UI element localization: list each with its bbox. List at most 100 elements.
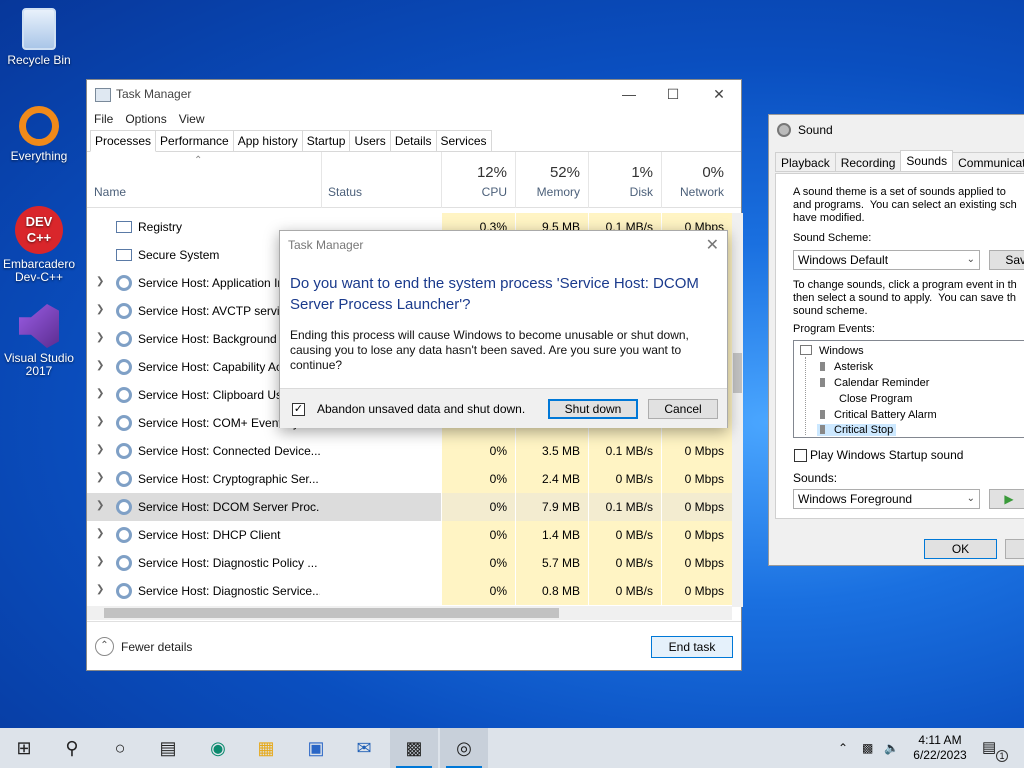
column-memory[interactable]: 52% Memory <box>515 152 588 208</box>
fewer-details-toggle[interactable]: ⌃ Fewer details <box>95 637 192 656</box>
maximize-button[interactable]: ☐ <box>663 84 683 104</box>
disk-cell: 0 MB/s <box>588 521 661 549</box>
table-row[interactable]: ❯ Service Host: Diagnostic Policy ... 0%… <box>87 549 732 577</box>
notification-center-icon[interactable]: ▤ <box>982 728 996 768</box>
startup-sound-checkbox[interactable] <box>794 449 807 462</box>
end-task-button[interactable]: End task <box>651 636 733 658</box>
menu-options[interactable]: Options <box>125 112 166 126</box>
shut-down-button[interactable]: Shut down <box>548 399 638 419</box>
chevron-right-icon[interactable]: ❯ <box>96 360 104 371</box>
chevron-right-icon[interactable]: ❯ <box>96 276 104 287</box>
abandon-data-checkbox[interactable]: ✓ <box>292 403 305 416</box>
table-row[interactable]: ❯ Service Host: Connected Device... 0% 3… <box>87 437 732 465</box>
clock[interactable]: 4:11 AM 6/22/2023 <box>910 733 970 763</box>
chevron-right-icon[interactable]: ❯ <box>96 444 104 455</box>
clock-time: 4:11 AM <box>918 733 962 747</box>
tree-node-close-program[interactable]: Close Program <box>839 393 912 405</box>
devcpp-icon: DEV C++ <box>15 206 63 254</box>
tree-node-asterisk[interactable]: Asterisk <box>820 361 873 373</box>
tab-details[interactable]: Details <box>389 130 437 151</box>
column-disk[interactable]: 1% Disk <box>588 152 661 208</box>
desktop-icon-visual-studio[interactable]: Visual Studio 2017 <box>2 304 76 378</box>
chevron-right-icon[interactable]: ❯ <box>96 528 104 539</box>
chevron-right-icon[interactable]: ❯ <box>96 332 104 343</box>
column-network[interactable]: 0% Network <box>661 152 732 208</box>
sound-taskbar-icon[interactable]: ◎ <box>440 728 488 768</box>
table-row[interactable]: ❯ Service Host: DHCP Client 0% 1.4 MB 0 … <box>87 521 732 549</box>
mail-icon[interactable]: ✉ <box>340 728 388 768</box>
chevron-right-icon[interactable]: ❯ <box>96 500 104 511</box>
table-row[interactable]: ❯ Service Host: Diagnostic Service... 0%… <box>87 577 732 605</box>
sound-file-select[interactable]: Windows Foreground ⌄ <box>793 489 980 509</box>
tab-users[interactable]: Users <box>349 130 391 151</box>
gear-icon <box>116 555 132 571</box>
close-icon[interactable]: ✕ <box>706 235 719 255</box>
column-status-area[interactable]: Status <box>321 152 441 208</box>
startup-sound-label[interactable]: Play Windows Startup sound <box>810 449 1024 462</box>
column-name[interactable]: Name <box>94 185 126 199</box>
column-cpu[interactable]: 12% CPU <box>441 152 515 208</box>
ok-button[interactable]: OK <box>924 539 997 559</box>
menu-view[interactable]: View <box>179 112 205 126</box>
window-icon <box>800 345 812 355</box>
desktop-icon-devcpp[interactable]: DEV C++ Embarcadero Dev-C++ <box>2 206 76 284</box>
store-icon[interactable]: ▣ <box>292 728 340 768</box>
checkbox-label[interactable]: Abandon unsaved data and shut down. <box>317 402 525 416</box>
tree-node-critical-stop[interactable]: Critical Stop <box>817 424 897 436</box>
play-button[interactable]: ▶ <box>989 489 1024 509</box>
search-icon[interactable]: ⚲ <box>48 728 96 768</box>
cancel-button[interactable]: Cancel <box>648 399 718 419</box>
cortana-icon[interactable]: ○ <box>96 728 144 768</box>
volume-muted-icon[interactable]: 🔈 <box>884 728 899 768</box>
chevron-right-icon[interactable]: ❯ <box>96 556 104 567</box>
gear-icon <box>116 387 132 403</box>
tree-connector <box>805 357 806 435</box>
table-row[interactable]: ❯ Service Host: Cryptographic Ser... 0% … <box>87 465 732 493</box>
network-icon[interactable]: ▩ <box>862 728 873 768</box>
edge-browser-icon[interactable]: ◉ <box>194 728 242 768</box>
tab-performance[interactable]: Performance <box>155 130 234 151</box>
tab-recording[interactable]: Recording <box>834 152 902 172</box>
title-bar[interactable]: Task Manager — ☐ ✕ <box>87 80 741 108</box>
sound-scheme-label: Sound Scheme: <box>793 232 872 244</box>
notification-count-badge: 1 <box>996 750 1008 762</box>
tab-communications[interactable]: Communications <box>952 152 1024 172</box>
gear-icon <box>116 499 132 515</box>
network-cell: 0 Mbps <box>661 549 732 577</box>
show-hidden-icons-chevron-up-icon[interactable]: ⌃ <box>838 728 848 768</box>
cancel-button[interactable] <box>1005 539 1024 559</box>
desktop-icon-everything[interactable]: Everything <box>2 106 76 163</box>
tree-node-critical-battery-alarm[interactable]: Critical Battery Alarm <box>820 409 937 421</box>
minimize-button[interactable]: — <box>619 84 639 104</box>
tab-playback[interactable]: Playback <box>775 152 836 172</box>
chevron-right-icon[interactable]: ❯ <box>96 472 104 483</box>
chevron-right-icon[interactable]: ❯ <box>96 584 104 595</box>
scrollbar-thumb[interactable] <box>733 353 742 393</box>
tab-processes[interactable]: Processes <box>90 130 157 152</box>
task-manager-taskbar-icon[interactable]: ▩ <box>390 728 438 768</box>
scrollbar-thumb[interactable] <box>104 608 559 618</box>
file-explorer-icon[interactable]: ▦ <box>242 728 290 768</box>
menu-file[interactable]: File <box>94 112 113 126</box>
tab-app-history[interactable]: App history <box>232 130 303 151</box>
process-name: Service Host: Cryptographic Ser... <box>138 472 319 486</box>
vertical-scrollbar[interactable] <box>732 213 743 607</box>
program-events-tree[interactable]: Windows Asterisk Calendar Reminder Close… <box>793 340 1024 438</box>
tab-startup[interactable]: Startup <box>301 130 351 151</box>
disk-cell: 0.1 MB/s <box>588 437 661 465</box>
table-row-selected[interactable]: ❯ Service Host: DCOM Server Proc... 0% 7… <box>87 493 732 521</box>
horizontal-scrollbar[interactable] <box>87 606 732 620</box>
desktop-icon-recycle-bin[interactable]: Recycle Bin <box>2 8 76 67</box>
close-button[interactable]: ✕ <box>709 84 729 104</box>
tab-sounds[interactable]: Sounds <box>900 150 954 172</box>
save-as-button[interactable]: Save <box>989 250 1024 270</box>
start-button[interactable]: ⊞ <box>0 728 48 768</box>
chevron-right-icon[interactable]: ❯ <box>96 416 104 427</box>
tree-node-calendar-reminder[interactable]: Calendar Reminder <box>820 377 929 389</box>
chevron-right-icon[interactable]: ❯ <box>96 388 104 399</box>
chevron-right-icon[interactable]: ❯ <box>96 304 104 315</box>
tree-node-windows[interactable]: Windows <box>800 345 864 357</box>
sound-scheme-select[interactable]: Windows Default ⌄ <box>793 250 980 270</box>
task-view-icon[interactable]: ▤ <box>144 728 192 768</box>
tab-services[interactable]: Services <box>435 130 492 151</box>
